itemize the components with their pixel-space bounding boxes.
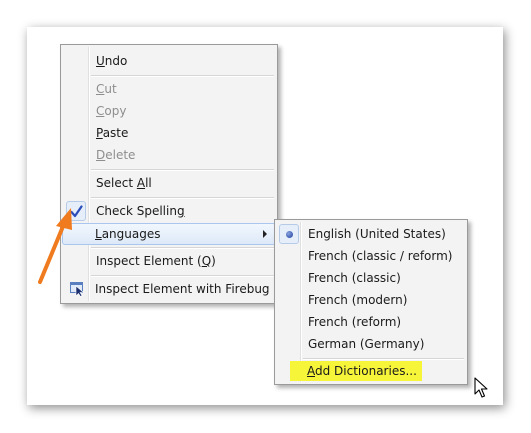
submenu-arrow-icon [263, 230, 267, 238]
mouse-cursor-icon [474, 377, 488, 398]
menu-item-delete[interactable]: Delete [63, 145, 275, 165]
language-item-french-classic-reform[interactable]: French (classic / reform) [277, 246, 465, 266]
language-item-french-modern[interactable]: French (modern) [277, 290, 465, 310]
menu-item-copy[interactable]: Copy [63, 101, 275, 121]
context-menu: Undo Cut Copy Paste Delete Select All Ch… [60, 44, 278, 304]
radio-selected-icon [279, 224, 299, 244]
menu-item-inspect-firebug[interactable]: Inspect Element with Firebug [63, 279, 275, 299]
menu-item-check-spelling[interactable]: Check Spelling [63, 201, 275, 221]
menu-item-paste[interactable]: Paste [63, 123, 275, 143]
language-item-german[interactable]: German (Germany) [277, 334, 465, 354]
menu-item-add-dictionaries[interactable]: Add Dictionaries... [276, 361, 464, 381]
menu-item-languages[interactable]: Languages [62, 223, 276, 245]
menu-item-undo[interactable]: Undo [63, 51, 275, 71]
menu-separator [303, 358, 464, 360]
language-item-french-reform[interactable]: French (reform) [277, 312, 465, 332]
menu-separator [91, 169, 274, 171]
menu-item-inspect-element[interactable]: Inspect Element (Q) [63, 251, 275, 271]
menu-separator [91, 75, 274, 77]
menu-separator [91, 197, 274, 199]
language-item-french-classic[interactable]: French (classic) [277, 268, 465, 288]
menu-item-cut[interactable]: Cut [63, 79, 275, 99]
annotation-arrow-icon [38, 208, 72, 284]
menu-item-select-all[interactable]: Select All [63, 173, 275, 193]
menu-separator [91, 247, 274, 249]
language-item-english-us[interactable]: English (United States) [277, 224, 465, 244]
menu-separator [91, 275, 274, 277]
